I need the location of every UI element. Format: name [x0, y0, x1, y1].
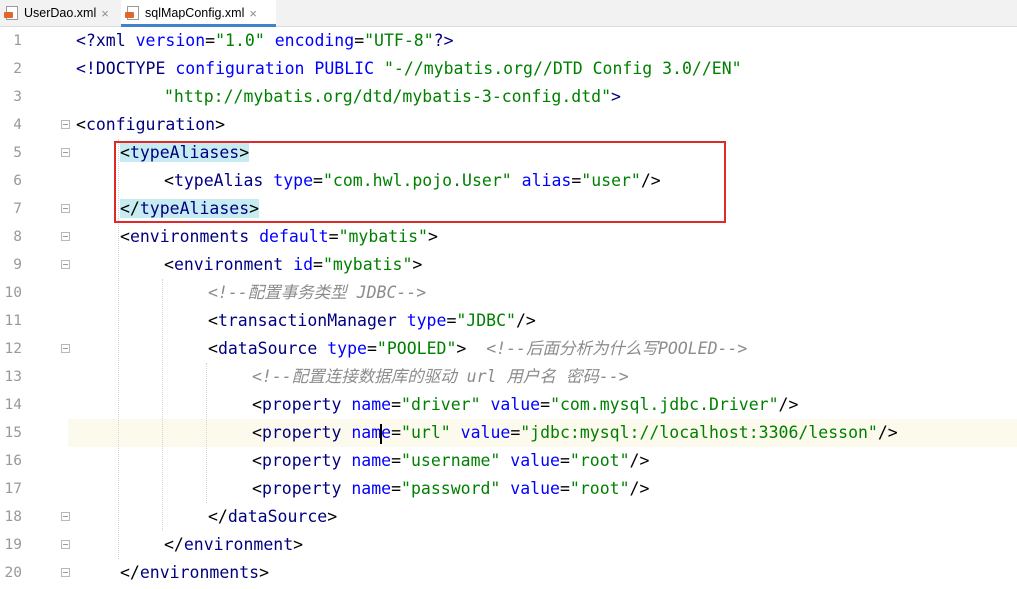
- line-number-gutter: 1 2 3 4 5 6 7 8 9 10 11 12 13 14 15 16 1…: [0, 27, 70, 589]
- code-line-4: <configuration>: [76, 115, 226, 134]
- line-number: 15: [4, 425, 22, 441]
- code-line-19: </environment>: [164, 535, 304, 554]
- code-line-18: </dataSource>: [208, 507, 338, 526]
- code-line-17: <property name="password" value="root"/>: [252, 479, 650, 498]
- code-line-9: <environment id="mybatis">: [164, 255, 423, 274]
- line-number: 4: [13, 117, 22, 133]
- line-number: 9: [13, 257, 22, 273]
- xml-file-icon: [4, 6, 18, 20]
- line-number: 3: [13, 89, 22, 105]
- indent-guide: [206, 363, 207, 503]
- code-line-3: "http://mybatis.org/dtd/mybatis-3-config…: [164, 87, 621, 106]
- editor-tab-bar: UserDao.xml × sqlMapConfig.xml ×: [0, 0, 1017, 27]
- line-number: 13: [4, 369, 22, 385]
- line-number: 16: [4, 453, 22, 469]
- xml-file-icon: [125, 6, 139, 20]
- line-number: 1: [13, 33, 22, 49]
- close-icon[interactable]: ×: [101, 6, 109, 21]
- tab-label: UserDao.xml: [24, 6, 97, 20]
- line-number: 6: [13, 173, 22, 189]
- tab-userdao[interactable]: UserDao.xml ×: [0, 0, 120, 26]
- line-number: 17: [4, 481, 22, 497]
- code-line-14: <property name="driver" value="com.mysql…: [252, 395, 799, 414]
- code-line-2: <!DOCTYPE configuration PUBLIC "-//mybat…: [76, 59, 742, 78]
- highlight-annotation-box: [114, 141, 726, 223]
- code-line-12: <dataSource type="POOLED"> <!--后面分析为什么写P…: [208, 339, 748, 358]
- code-line-10: <!--配置事务类型 JDBC-->: [208, 283, 427, 302]
- code-line-1: <?xml version="1.0" encoding="UTF-8"?>: [76, 31, 454, 50]
- line-number: 7: [13, 201, 22, 217]
- line-number: 11: [4, 313, 22, 329]
- code-line-8: <environments default="mybatis">: [120, 227, 438, 246]
- close-icon[interactable]: ×: [249, 6, 257, 21]
- code-line-16: <property name="username" value="root"/>: [252, 451, 650, 470]
- code-editor[interactable]: <?xml version="1.0" encoding="UTF-8"?> <…: [68, 27, 1017, 589]
- line-number: 19: [4, 537, 22, 553]
- code-line-20: </environments>: [120, 563, 270, 582]
- line-number: 5: [13, 145, 22, 161]
- line-number: 12: [4, 341, 22, 357]
- line-number: 2: [13, 61, 22, 77]
- line-number: 20: [4, 565, 22, 581]
- code-line-15: <property name="url" value="jdbc:mysql:/…: [252, 423, 898, 444]
- line-number: 10: [4, 285, 22, 301]
- code-line-11: <transactionManager type="JDBC"/>: [208, 311, 536, 330]
- line-number: 18: [4, 509, 22, 525]
- line-number: 14: [4, 397, 22, 413]
- tab-sqlmapconfig[interactable]: sqlMapConfig.xml ×: [121, 0, 276, 27]
- line-number: 8: [13, 229, 22, 245]
- indent-guide: [162, 279, 163, 531]
- tab-label: sqlMapConfig.xml: [145, 6, 245, 20]
- code-line-13: <!--配置连接数据库的驱动 url 用户名 密码-->: [252, 367, 629, 386]
